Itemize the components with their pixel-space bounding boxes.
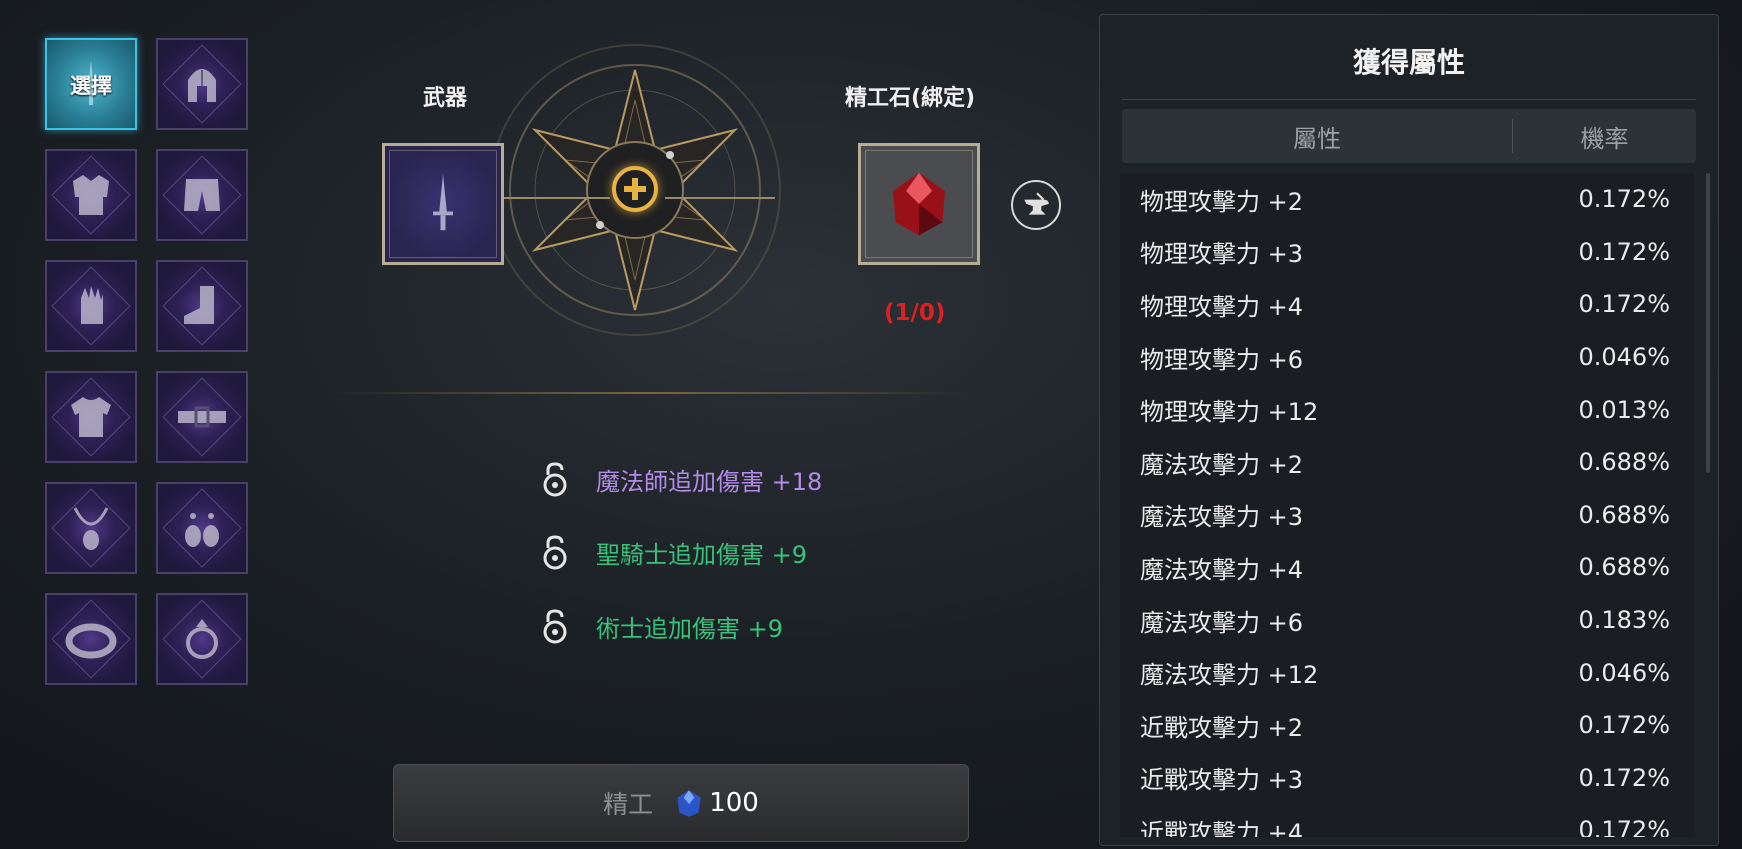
unlock-icon[interactable] <box>540 461 570 497</box>
table-row: 物理攻擊力 +6 0.046% <box>1120 331 1694 384</box>
row-rate: 0.172% <box>1578 290 1670 319</box>
weapon-slot-frame <box>389 150 497 258</box>
row-attribute: 近戰攻擊力 +3 <box>1140 766 1304 795</box>
anvil-icon <box>1024 192 1049 215</box>
probability-list[interactable]: 物理攻擊力 +2 0.172% 物理攻擊力 +3 0.172% 物理攻擊力 +4 0.… <box>1120 173 1694 837</box>
table-row: 物理攻擊力 +12 0.013% <box>1120 383 1694 436</box>
row-rate: 0.172% <box>1578 711 1670 740</box>
table-row: 魔法攻擊力 +6 0.183% <box>1120 594 1694 647</box>
row-attribute: 物理攻擊力 +2 <box>1140 187 1304 216</box>
table-row: 魔法攻擊力 +3 0.688% <box>1120 489 1694 542</box>
chest-armor-icon <box>73 175 109 215</box>
necklace-icon <box>73 507 109 550</box>
bracelet-icon <box>65 623 117 659</box>
table-row: 魔法攻擊力 +4 0.688% <box>1120 541 1694 594</box>
helmet-icon <box>188 69 216 102</box>
row-rate: 0.172% <box>1578 816 1670 837</box>
row-rate: 0.172% <box>1578 763 1670 792</box>
attribute-text: 聖騎士追加傷害 +9 <box>596 540 808 569</box>
craft-button-label: 精工 <box>603 790 654 819</box>
slot-bracelet[interactable] <box>45 593 137 685</box>
select-label: 選擇 <box>70 74 112 98</box>
pants-icon <box>184 179 220 211</box>
table-row: 物理攻擊力 +3 0.172% <box>1120 226 1694 279</box>
slot-shirt[interactable] <box>45 371 137 463</box>
row-attribute: 近戰攻擊力 +4 <box>1140 818 1304 837</box>
attribute-row: 魔法師追加傷害 +18 <box>540 459 822 499</box>
slot-belt[interactable] <box>156 371 248 463</box>
row-rate: 0.688% <box>1578 553 1670 582</box>
attribute-text: 魔法師追加傷害 +18 <box>596 467 823 496</box>
anvil-button[interactable] <box>1011 180 1061 230</box>
panel-title: 獲得屬性 <box>1352 46 1465 79</box>
table-row: 物理攻擊力 +4 0.172% <box>1120 278 1694 331</box>
column-header-attribute: 屬性 <box>1293 124 1341 153</box>
slot-helmet[interactable] <box>156 38 248 130</box>
column-header-rate: 機率 <box>1580 124 1629 153</box>
row-attribute: 物理攻擊力 +12 <box>1140 398 1319 427</box>
blue-gem-icon <box>677 790 701 817</box>
stone-label: 精工石(綁定) <box>844 86 976 111</box>
stone-slot[interactable] <box>858 143 980 265</box>
weapon-slot[interactable] <box>382 143 504 265</box>
boots-icon <box>184 286 214 324</box>
weapon-label: 武器 <box>422 86 467 111</box>
gloves-icon <box>81 286 103 324</box>
stone-slot-frame <box>865 150 973 258</box>
slot-ring[interactable] <box>156 593 248 685</box>
shirt-icon <box>71 397 111 437</box>
row-rate: 0.688% <box>1578 500 1670 529</box>
row-attribute: 物理攻擊力 +6 <box>1140 345 1304 374</box>
slot-gloves[interactable] <box>45 260 137 352</box>
panel-divider <box>1122 99 1696 100</box>
row-attribute: 魔法攻擊力 +2 <box>1140 450 1304 479</box>
slot-armor[interactable] <box>45 149 137 241</box>
unlock-icon[interactable] <box>540 608 570 644</box>
slot-pants[interactable] <box>156 149 248 241</box>
row-attribute: 近戰攻擊力 +2 <box>1140 713 1304 742</box>
table-header: 屬性 機率 <box>1122 109 1696 163</box>
row-attribute: 魔法攻擊力 +12 <box>1140 661 1319 690</box>
earrings-icon <box>185 513 219 547</box>
row-rate: 0.172% <box>1578 185 1670 214</box>
stone-count: (1/0) <box>884 300 946 326</box>
slot-weapon[interactable]: 選擇 <box>45 38 137 130</box>
row-rate: 0.013% <box>1578 395 1670 424</box>
table-row: 近戰攻擊力 +4 0.172% <box>1120 804 1694 837</box>
row-attribute: 魔法攻擊力 +4 <box>1140 555 1304 584</box>
table-row: 物理攻擊力 +2 0.172% <box>1120 173 1694 226</box>
craft-cost-value: 100 <box>709 788 759 818</box>
row-rate: 0.046% <box>1578 658 1670 687</box>
row-attribute: 魔法攻擊力 +6 <box>1140 608 1304 637</box>
row-rate: 0.172% <box>1578 237 1670 266</box>
scrollbar[interactable] <box>1706 173 1710 473</box>
ring-icon <box>186 619 218 659</box>
left-connector <box>500 174 610 222</box>
row-rate: 0.183% <box>1578 606 1670 635</box>
unlock-icon[interactable] <box>540 534 570 570</box>
attribute-row: 聖騎士追加傷害 +9 <box>540 532 807 572</box>
right-connector <box>665 174 775 222</box>
plus-icon[interactable] <box>612 166 658 212</box>
attribute-row: 術士追加傷害 +9 <box>540 606 783 646</box>
table-row: 近戰攻擊力 +3 0.172% <box>1120 752 1694 805</box>
attribute-text: 術士追加傷害 +9 <box>596 614 784 643</box>
table-row: 近戰攻擊力 +2 0.172% <box>1120 699 1694 752</box>
row-rate: 0.688% <box>1578 448 1670 477</box>
row-attribute: 物理攻擊力 +3 <box>1140 240 1304 269</box>
slot-earrings[interactable] <box>156 482 248 574</box>
attribute-probability-panel: 獲得屬性 屬性 機率 物理攻擊力 +2 0.172% 物理攻擊力 +3 0.172%… <box>1099 14 1719 846</box>
craft-cost: 100 <box>673 787 759 819</box>
table-row: 魔法攻擊力 +12 0.046% <box>1120 646 1694 699</box>
row-attribute: 物理攻擊力 +4 <box>1140 292 1304 321</box>
slot-boots[interactable] <box>156 260 248 352</box>
slot-necklace[interactable] <box>45 482 137 574</box>
row-rate: 0.046% <box>1578 343 1670 372</box>
divider-glow <box>330 392 970 394</box>
belt-icon <box>178 406 226 428</box>
row-attribute: 魔法攻擊力 +3 <box>1140 503 1304 532</box>
craft-button[interactable]: 精工 100 <box>393 764 969 842</box>
table-row: 魔法攻擊力 +2 0.688% <box>1120 436 1694 489</box>
